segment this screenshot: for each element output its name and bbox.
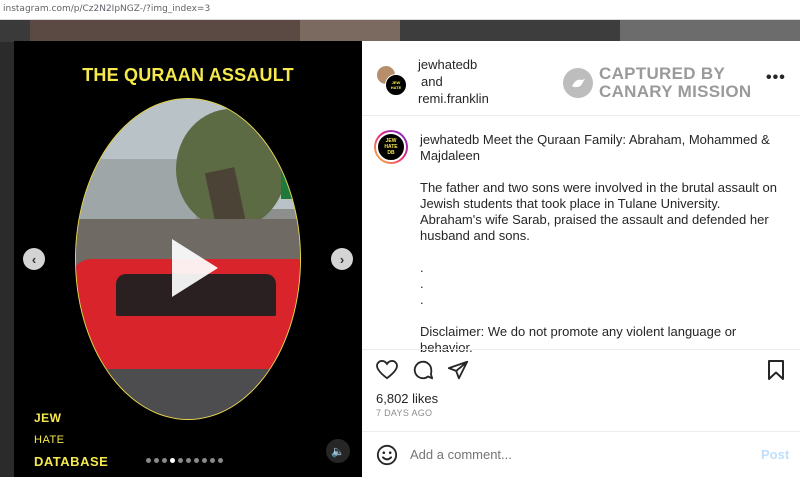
caption-avatar[interactable]: JEW HATE DB	[374, 130, 408, 164]
backdrop-strip	[300, 20, 400, 42]
more-options-button[interactable]: •••	[766, 69, 786, 87]
media-title: THE QURAAN ASSAULT	[82, 65, 294, 85]
carousel-dot	[202, 458, 207, 463]
post-media[interactable]: THE QURAAN ASSAULT JEW HATE DATABASE 🔈	[14, 41, 362, 477]
play-icon[interactable]	[172, 239, 218, 297]
caption-dot: .	[420, 292, 424, 307]
share-button[interactable]	[446, 358, 470, 382]
ellipsis-icon: •••	[766, 69, 786, 86]
emoji-button[interactable]	[376, 444, 398, 466]
chevron-left-icon: ‹	[31, 251, 37, 267]
collab-avatars[interactable]: JEW HATE	[376, 65, 408, 97]
save-button[interactable]	[764, 358, 788, 382]
carousel-next-button[interactable]: ›	[331, 248, 353, 270]
carousel-dot	[154, 458, 159, 463]
carousel-dot	[186, 458, 191, 463]
jew-hate-database-logo: JEW HATE DATABASE	[34, 407, 108, 473]
carousel-dot	[194, 458, 199, 463]
carousel-dot	[170, 458, 175, 463]
backdrop-strip	[400, 20, 620, 42]
comment-button[interactable]	[411, 358, 435, 382]
url-text: instagram.com/p/Cz2N2IpNGZ-/?img_index=3	[3, 4, 211, 14]
likes-count[interactable]: 6,802 likes	[376, 391, 438, 406]
carousel-dots	[146, 458, 223, 463]
watermark-line: CANARY MISSION	[599, 82, 752, 101]
watermark-line: CAPTURED BY	[599, 64, 726, 83]
logo-line: JEW	[34, 411, 62, 425]
username-link[interactable]: jewhatedb	[418, 56, 489, 73]
thumbnail-road	[76, 369, 300, 419]
carousel-dot	[178, 458, 183, 463]
backdrop-strip	[0, 20, 30, 42]
caption-username[interactable]: jewhatedb	[420, 132, 479, 147]
bookmark-icon	[768, 360, 784, 380]
send-icon	[447, 360, 469, 380]
thumbnail-flag	[281, 159, 300, 199]
sound-toggle-button[interactable]: 🔈	[326, 439, 350, 463]
username-link[interactable]: remi.franklin	[418, 90, 489, 107]
avatar: JEW HATE	[385, 74, 407, 96]
post-caption: jewhatedb Meet the Quraan Family: Abraha…	[420, 132, 778, 372]
collab-names: jewhatedb and remi.franklin	[418, 56, 489, 107]
canary-mission-watermark: CAPTURED BY CANARY MISSION	[563, 65, 752, 101]
caption-dot: .	[420, 276, 424, 291]
carousel-dot	[146, 458, 151, 463]
speaker-icon: 🔈	[331, 445, 345, 458]
emoji-icon	[376, 444, 398, 466]
caption-dot: .	[420, 260, 424, 275]
post-side-panel: JEW HATE jewhatedb and remi.franklin CAPT…	[362, 41, 800, 477]
carousel-dot	[210, 458, 215, 463]
connector-text: and	[421, 74, 443, 89]
post-comment-button[interactable]: Post	[761, 447, 789, 462]
heart-icon	[376, 360, 398, 380]
caption-body: The father and two sons were involved in…	[420, 180, 777, 243]
carousel-prev-button[interactable]: ‹	[23, 248, 45, 270]
avatar: JEW HATE DB	[376, 132, 406, 162]
carousel-dot	[218, 458, 223, 463]
logo-line: DATABASE	[34, 454, 109, 469]
canary-bird-icon	[563, 68, 593, 98]
post-date[interactable]: 7 DAYS AGO	[376, 408, 432, 418]
like-button[interactable]	[375, 358, 399, 382]
comment-icon	[413, 360, 434, 380]
comment-box: Post	[362, 431, 800, 477]
browser-url-bar[interactable]: instagram.com/p/Cz2N2IpNGZ-/?img_index=3	[0, 0, 800, 20]
logo-line: HATE	[34, 434, 65, 446]
backdrop-strip	[30, 20, 300, 42]
carousel-dot	[162, 458, 167, 463]
watermark-text: CAPTURED BY CANARY MISSION	[599, 65, 752, 101]
post-header: JEW HATE jewhatedb and remi.franklin CAPT…	[362, 41, 800, 116]
backdrop-strip	[620, 20, 800, 42]
post-actions	[362, 349, 800, 389]
comment-input[interactable]	[410, 447, 710, 462]
chevron-right-icon: ›	[339, 251, 345, 267]
